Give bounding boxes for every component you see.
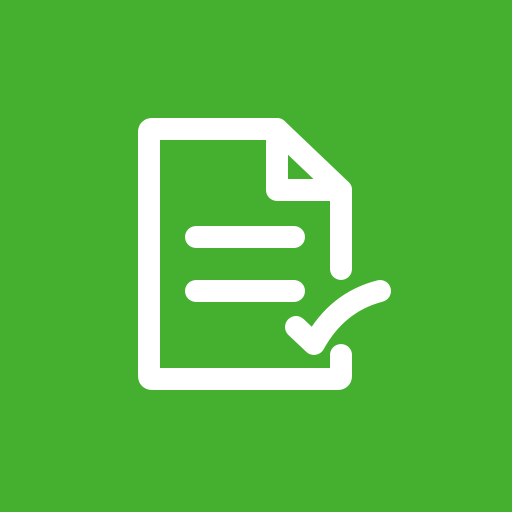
document-check-icon bbox=[0, 0, 512, 512]
icon-background bbox=[0, 0, 512, 512]
app-icon bbox=[0, 0, 512, 512]
